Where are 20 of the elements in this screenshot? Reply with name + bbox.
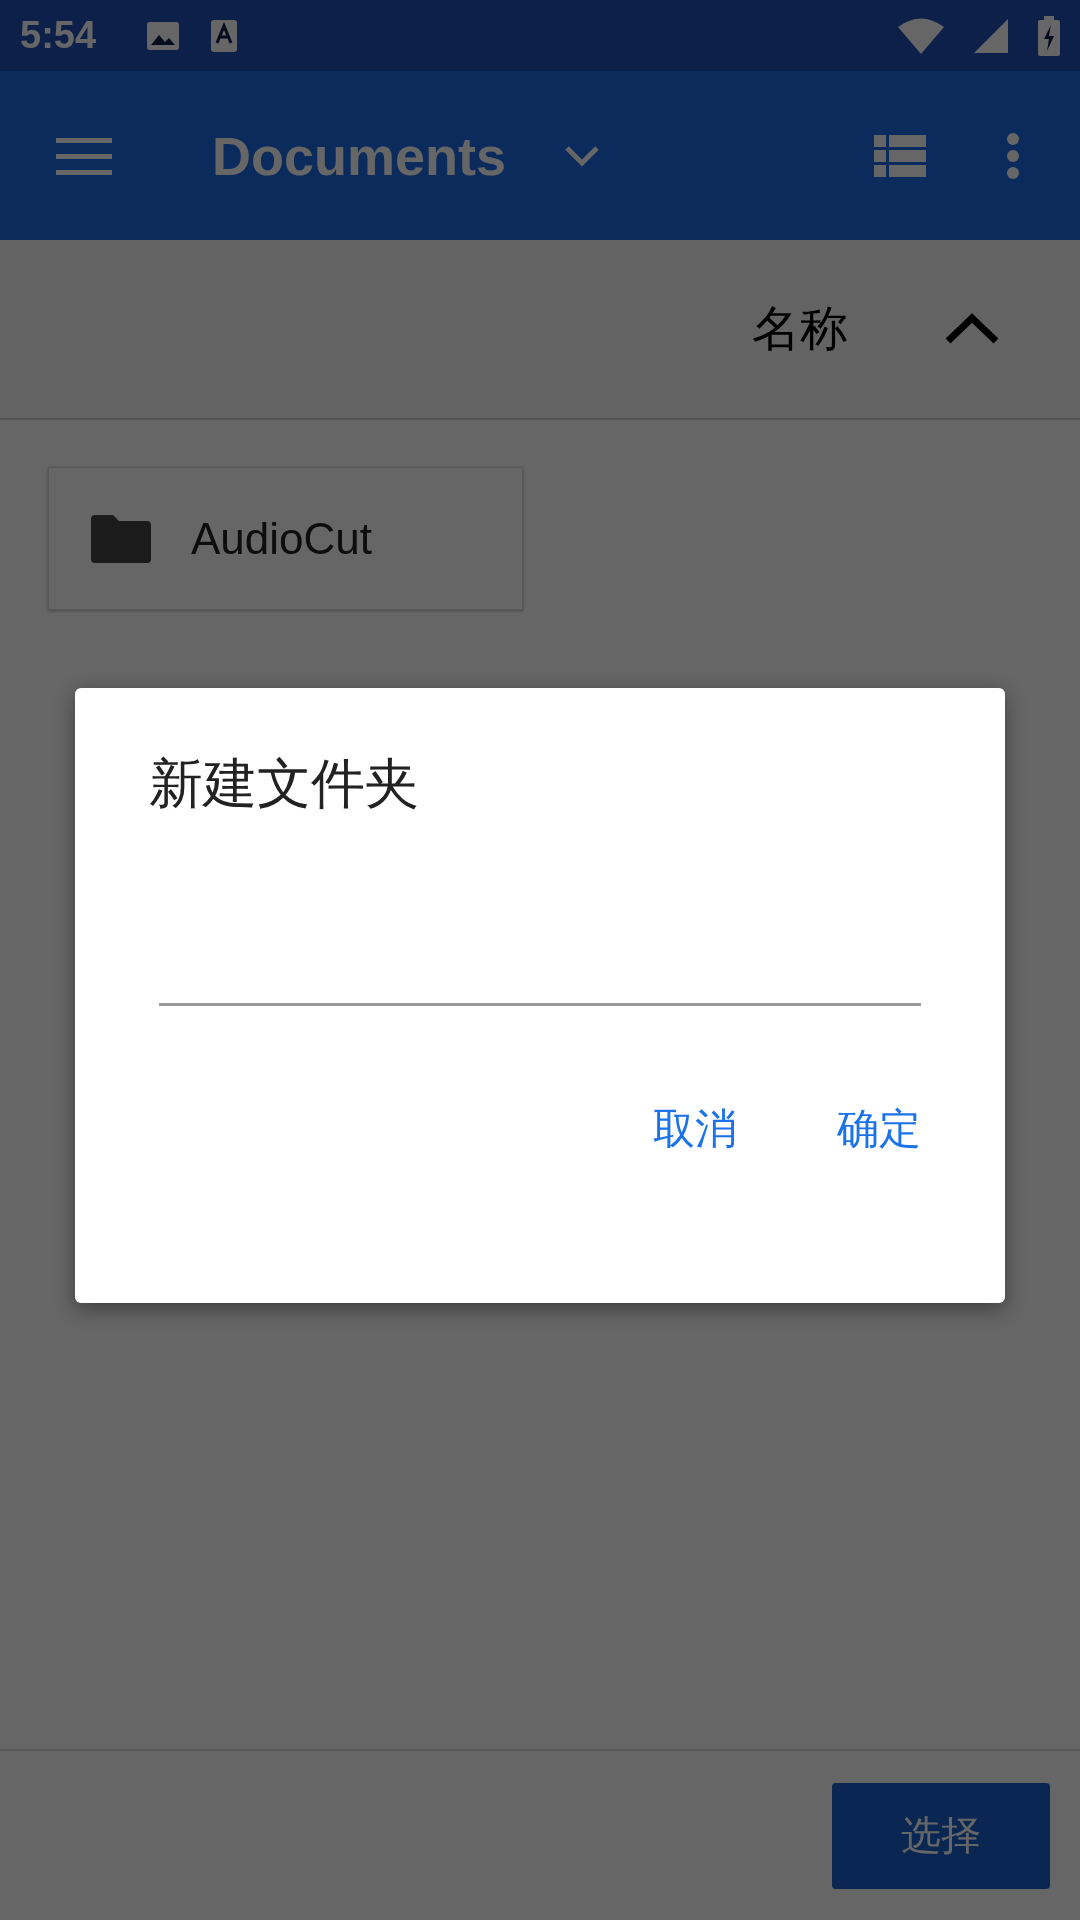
battery-icon <box>1038 15 1060 56</box>
chevron-down-icon[interactable] <box>564 144 601 167</box>
signal-icon <box>974 18 1008 53</box>
dialog-button[interactable]: 取消 <box>653 1101 737 1157</box>
list-view-icon[interactable] <box>874 134 926 177</box>
folder-icon <box>91 514 151 563</box>
more-options-icon[interactable] <box>1006 132 1020 179</box>
select-button[interactable]: 选择 <box>832 1782 1050 1889</box>
wifi-icon <box>898 17 944 54</box>
image-icon <box>146 20 181 51</box>
sort-label[interactable]: 名称 <box>752 297 848 361</box>
folder-title[interactable]: Documents <box>212 124 507 187</box>
clock-time: 5:54 <box>20 14 97 57</box>
chevron-up-icon[interactable] <box>944 313 1000 345</box>
dialog-title: 新建文件夹 <box>149 752 420 815</box>
menu-icon[interactable] <box>56 135 112 176</box>
dialog-button[interactable]: 确定 <box>837 1101 921 1157</box>
text-notification-icon <box>210 18 239 53</box>
folder-card[interactable]: AudioCut <box>48 467 523 610</box>
folder-name: AudioCut <box>191 513 372 564</box>
